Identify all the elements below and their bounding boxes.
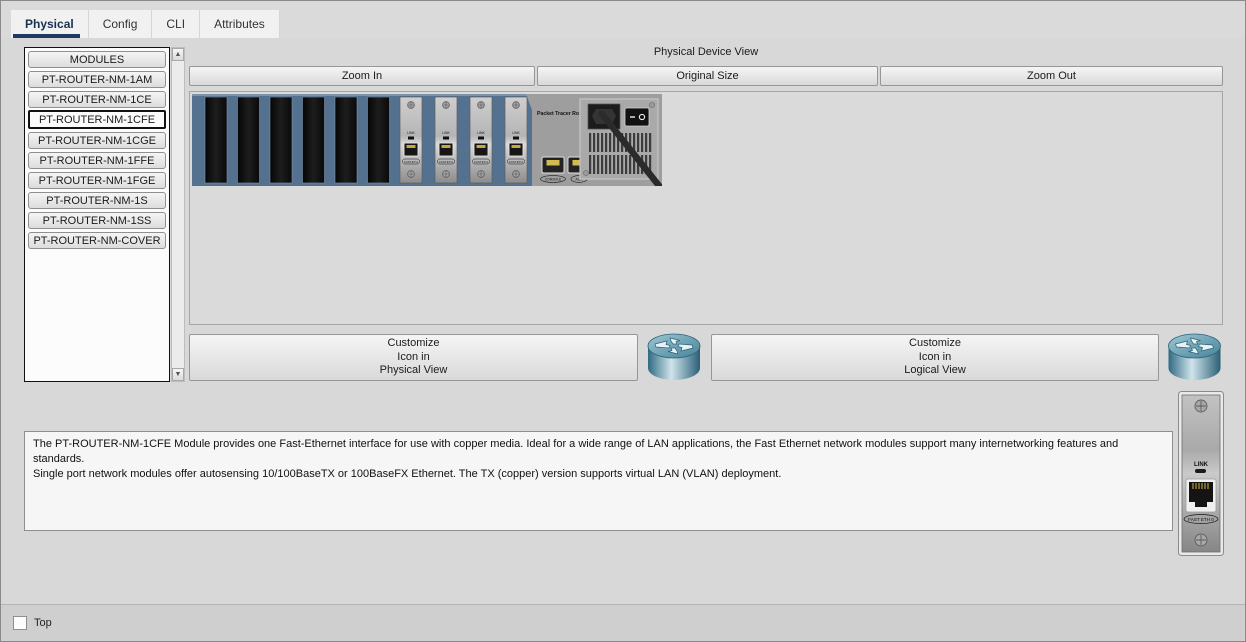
module-item-pt-router-nm-1fge[interactable]: PT-ROUTER-NM-1FGE: [28, 172, 166, 189]
tab-attributes[interactable]: Attributes: [200, 10, 280, 38]
fastethernet-card[interactable]: LINK FASTETH: [470, 97, 492, 183]
modules-list: MODULES PT-ROUTER-NM-1AM PT-ROUTER-NM-1C…: [24, 47, 170, 382]
scroll-up-icon[interactable]: ▲: [172, 48, 184, 61]
zoom-in-button[interactable]: Zoom In: [189, 66, 535, 86]
device-dialog-window: Physical Config CLI Attributes MODULES P…: [0, 0, 1246, 642]
zoom-out-button[interactable]: Zoom Out: [880, 66, 1223, 86]
router-logical-icon: [1165, 332, 1225, 384]
router-physical-icon: [646, 332, 703, 384]
scroll-down-icon[interactable]: ▼: [172, 368, 184, 381]
svg-text:CONSOLE: CONSOLE: [545, 178, 562, 182]
router-rear-image[interactable]: LINK FASTETH LINK FASTETH: [192, 94, 662, 186]
preview-port-label: FAST ETH 0: [1188, 517, 1214, 522]
svg-text:LINK: LINK: [442, 131, 450, 135]
svg-text:FASTETH: FASTETH: [404, 160, 418, 164]
chassis-top-highlight: [192, 94, 532, 96]
fastethernet-card[interactable]: LINK FASTETH: [400, 97, 422, 183]
svg-text:FASTETH: FASTETH: [474, 160, 488, 164]
preview-ethernet-port: [1186, 479, 1216, 512]
module-item-pt-router-nm-1am[interactable]: PT-ROUTER-NM-1AM: [28, 71, 166, 88]
svg-text:FASTETH: FASTETH: [439, 160, 453, 164]
module-item-pt-router-nm-1ce[interactable]: PT-ROUTER-NM-1CE: [28, 91, 166, 108]
modules-scrollbar[interactable]: ▲ ▼: [171, 47, 185, 382]
modules-header-button[interactable]: MODULES: [28, 51, 166, 68]
svg-text:LINK: LINK: [477, 131, 485, 135]
fastethernet-card[interactable]: LINK FASTETH: [505, 97, 527, 183]
module-item-pt-router-nm-1ss[interactable]: PT-ROUTER-NM-1SS: [28, 212, 166, 229]
customize-logical-view-button[interactable]: Customize Icon in Logical View: [711, 334, 1159, 381]
tab-attributes-label: Attributes: [214, 17, 265, 31]
module-item-pt-router-nm-1cge[interactable]: PT-ROUTER-NM-1CGE: [28, 132, 166, 149]
power-supply-panel: [580, 99, 660, 186]
footer-bar: Top: [1, 604, 1245, 641]
tab-bar: Physical Config CLI Attributes: [1, 1, 1245, 38]
module-description: The PT-ROUTER-NM-1CFE Module provides on…: [24, 431, 1173, 531]
top-checkbox[interactable]: [13, 616, 27, 630]
svg-text:LINK: LINK: [407, 131, 415, 135]
tab-physical[interactable]: Physical: [11, 10, 89, 38]
module-preview-image[interactable]: LINK FAST ETH 0: [1178, 391, 1224, 556]
device-view-panel[interactable]: LINK FASTETH LINK FASTETH: [189, 91, 1223, 325]
svg-text:FASTETH: FASTETH: [509, 160, 523, 164]
customize-physical-view-button[interactable]: Customize Icon in Physical View: [189, 334, 638, 381]
tab-physical-label: Physical: [25, 17, 74, 31]
preview-link-label: LINK: [1194, 462, 1209, 468]
tab-strip: Physical Config CLI Attributes: [11, 10, 280, 38]
module-item-pt-router-nm-1ffe[interactable]: PT-ROUTER-NM-1FFE: [28, 152, 166, 169]
tab-cli[interactable]: CLI: [152, 10, 200, 38]
original-size-button[interactable]: Original Size: [537, 66, 878, 86]
physical-device-view-title: Physical Device View: [189, 46, 1223, 58]
svg-text:LINK: LINK: [512, 131, 520, 135]
module-item-pt-router-nm-1s[interactable]: PT-ROUTER-NM-1S: [28, 192, 166, 209]
top-checkbox-label: Top: [34, 617, 52, 629]
tab-config-label: Config: [103, 17, 138, 31]
fastethernet-card[interactable]: LINK FASTETH: [435, 97, 457, 183]
module-item-pt-router-nm-1cfe[interactable]: PT-ROUTER-NM-1CFE: [28, 110, 166, 129]
tab-cli-label: CLI: [166, 17, 185, 31]
power-switch[interactable]: [625, 108, 649, 126]
tab-config[interactable]: Config: [89, 10, 153, 38]
module-item-pt-router-nm-cover[interactable]: PT-ROUTER-NM-COVER: [28, 232, 166, 249]
